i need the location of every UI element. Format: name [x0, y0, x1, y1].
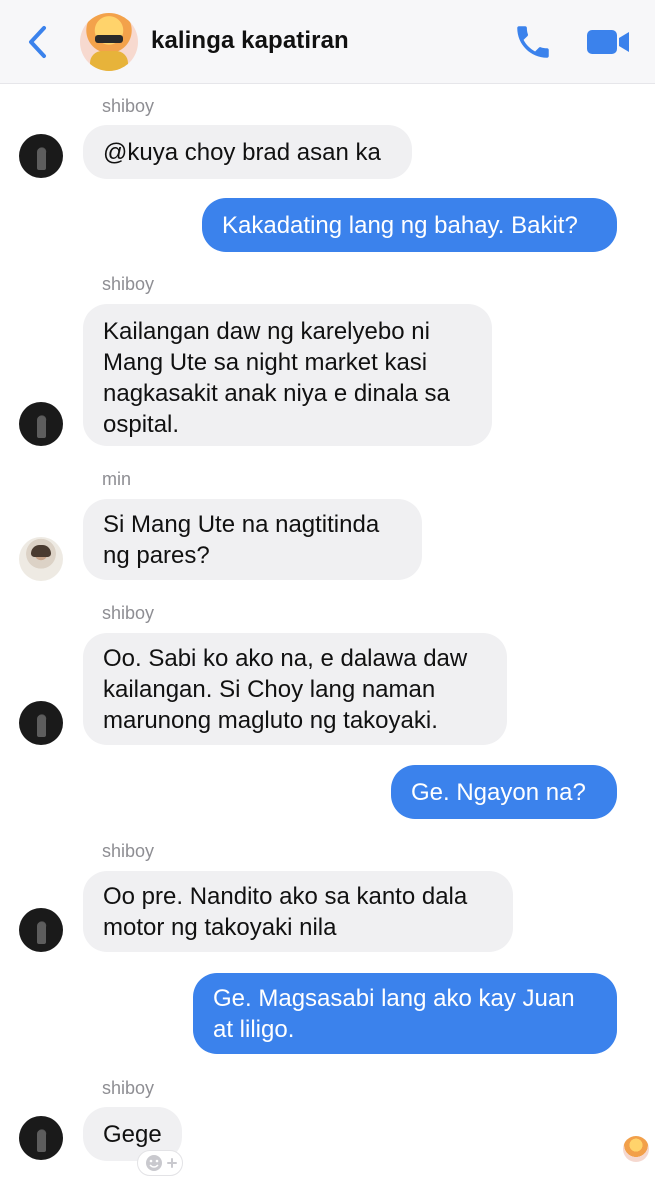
avatar[interactable] [19, 1116, 63, 1160]
message-bubble[interactable]: Ge. Magsasabi lang ako kay Juan at lilig… [193, 973, 617, 1054]
add-reaction-icon[interactable] [137, 1150, 183, 1176]
chat-title[interactable]: kalinga kapatiran [151, 27, 349, 55]
avatar[interactable] [19, 134, 63, 178]
message-bubble[interactable]: Si Mang Ute na nagtitinda ng pares? [83, 499, 422, 580]
phone-icon[interactable] [512, 21, 554, 63]
message-bubble[interactable]: Kakadating lang ng bahay. Bakit? [202, 198, 617, 252]
message-bubble[interactable]: Oo. Sabi ko ako na, e dalawa daw kailang… [83, 633, 507, 745]
avatar[interactable] [19, 908, 63, 952]
sender-name: shiboy [102, 1078, 155, 1098]
avatar[interactable] [19, 402, 63, 446]
video-camera-icon[interactable] [585, 26, 631, 58]
avatar[interactable] [19, 537, 63, 581]
sender-name: shiboy [102, 96, 155, 116]
message-bubble[interactable]: @kuya choy brad asan ka [83, 125, 412, 179]
sender-name: shiboy [102, 603, 155, 623]
message-bubble[interactable]: Kailangan daw ng karelyebo ni Mang Ute s… [83, 304, 492, 446]
chat-header: kalinga kapatiran [0, 0, 655, 84]
sender-name: shiboy [102, 274, 155, 294]
message-bubble[interactable]: Ge. Ngayon na? [391, 765, 617, 819]
message-bubble[interactable]: Oo pre. Nandito ako sa kanto dala motor … [83, 871, 513, 952]
sender-name: min [102, 469, 132, 489]
group-avatar[interactable] [80, 13, 138, 71]
avatar[interactable] [19, 701, 63, 745]
sender-name: shiboy [102, 841, 155, 861]
chevron-left-icon[interactable] [22, 22, 54, 62]
seen-avatar-icon [623, 1136, 649, 1162]
